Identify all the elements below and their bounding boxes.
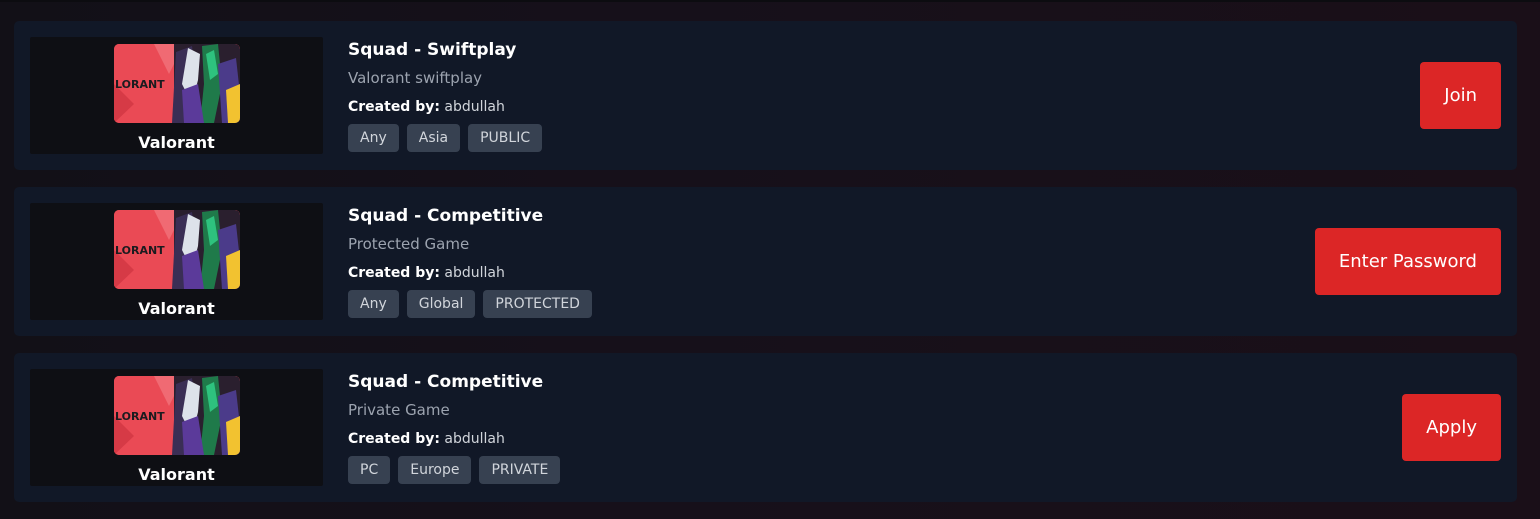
apply-button[interactable]: Apply bbox=[1402, 394, 1501, 461]
region-tag: Global bbox=[406, 290, 476, 318]
game-name: Valorant bbox=[138, 465, 215, 484]
art-wordmark: LORANT bbox=[115, 410, 165, 423]
game-name: Valorant bbox=[138, 133, 215, 152]
visibility-tag: PUBLIC bbox=[468, 124, 543, 152]
lobby-info: Squad - Competitive Private Game Created… bbox=[348, 371, 561, 484]
lobby-subtitle: Protected Game bbox=[348, 235, 470, 253]
created-by-label: Created by: bbox=[348, 431, 440, 447]
lobby-title: Squad - Swiftplay bbox=[348, 40, 517, 60]
art-wordmark: LORANT bbox=[115, 78, 165, 91]
game-thumbnail: LORANT Valorant bbox=[30, 37, 323, 154]
game-name: Valorant bbox=[138, 299, 215, 318]
lobby-list: LORANT Valorant Squad - Swiftplay Valora… bbox=[14, 21, 1517, 519]
lobby-title: Squad - Competitive bbox=[348, 372, 544, 392]
lobby-card: LORANT Valorant Squad - Competitive Priv… bbox=[14, 353, 1517, 502]
enter-password-button[interactable]: Enter Password bbox=[1314, 228, 1501, 295]
game-cover-art: LORANT bbox=[114, 210, 240, 289]
platform-tag: PC bbox=[348, 456, 391, 484]
game-cover-art: LORANT bbox=[114, 44, 240, 123]
region-tag: Europe bbox=[398, 456, 472, 484]
game-thumbnail: LORANT Valorant bbox=[30, 369, 323, 486]
tag-list: PC Europe PRIVATE bbox=[348, 456, 561, 484]
created-by: Created by: abdullah bbox=[348, 98, 542, 116]
top-border bbox=[0, 0, 1540, 2]
tag-list: Any Global PROTECTED bbox=[348, 290, 592, 318]
visibility-tag: PROTECTED bbox=[483, 290, 592, 318]
visibility-tag: PRIVATE bbox=[479, 456, 561, 484]
lobby-info: Squad - Swiftplay Valorant swiftplay Cre… bbox=[348, 39, 543, 152]
lobby-card: LORANT Valorant Squad - Competitive Prot… bbox=[14, 187, 1517, 336]
lobby-title: Squad - Competitive bbox=[348, 206, 544, 226]
created-by: Created by: abdullah bbox=[348, 430, 560, 448]
lobby-card: LORANT Valorant Squad - Swiftplay Valora… bbox=[14, 21, 1517, 170]
platform-tag: Any bbox=[348, 290, 399, 318]
creator-name: abdullah bbox=[444, 431, 505, 447]
created-by-label: Created by: bbox=[348, 265, 440, 281]
creator-name: abdullah bbox=[444, 99, 505, 115]
region-tag: Asia bbox=[406, 124, 461, 152]
created-by: Created by: abdullah bbox=[348, 264, 592, 282]
creator-name: abdullah bbox=[444, 265, 505, 281]
platform-tag: Any bbox=[348, 124, 399, 152]
lobby-subtitle: Valorant swiftplay bbox=[348, 69, 483, 87]
lobby-subtitle: Private Game bbox=[348, 401, 450, 419]
lobby-info: Squad - Competitive Protected Game Creat… bbox=[348, 205, 592, 318]
tag-list: Any Asia PUBLIC bbox=[348, 124, 543, 152]
game-thumbnail: LORANT Valorant bbox=[30, 203, 323, 320]
game-cover-art: LORANT bbox=[114, 376, 240, 455]
art-wordmark: LORANT bbox=[115, 244, 165, 257]
join-button[interactable]: Join bbox=[1420, 62, 1501, 129]
created-by-label: Created by: bbox=[348, 99, 440, 115]
